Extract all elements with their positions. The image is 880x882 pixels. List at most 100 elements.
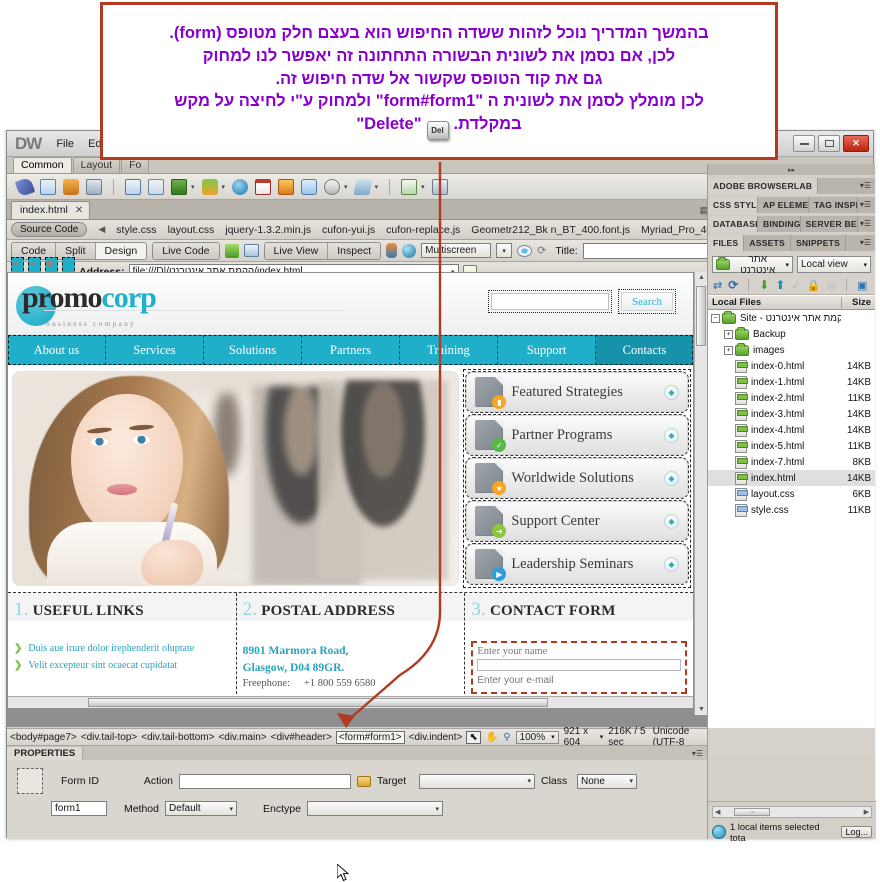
tag-div-header[interactable]: <div#header> bbox=[271, 732, 332, 743]
panel-menu-icon[interactable]: ▾☰ bbox=[857, 197, 875, 213]
scroll-left-icon[interactable]: ◀ bbox=[715, 808, 720, 816]
live-code-debug-icon[interactable] bbox=[224, 243, 239, 258]
related-file-item[interactable]: jquery-1.3.2.min.js bbox=[225, 224, 311, 236]
chevron-down-icon[interactable]: ▾ bbox=[600, 733, 604, 741]
expand-toggle[interactable]: + bbox=[724, 329, 733, 339]
nav-item-training[interactable]: Training bbox=[400, 335, 498, 365]
live-code-button[interactable]: Live Code bbox=[153, 242, 219, 259]
folder-browse-icon[interactable] bbox=[357, 775, 371, 787]
chevron-down-icon[interactable]: ▾ bbox=[191, 183, 195, 191]
title-input[interactable] bbox=[582, 242, 723, 259]
script-icon[interactable] bbox=[352, 178, 373, 195]
table-row[interactable]: index-4.html 14KB bbox=[708, 422, 875, 438]
view-design-button[interactable]: Design bbox=[95, 242, 147, 259]
tag-div-main[interactable]: <div.main> bbox=[218, 732, 266, 743]
list-item[interactable]: ▶ Leadership Seminars ◆ bbox=[465, 543, 689, 585]
table-row[interactable]: index.html 14KB bbox=[708, 470, 875, 486]
tab-server-behaviors[interactable]: SERVER BEHA bbox=[800, 216, 858, 232]
nav-item-about-us[interactable]: About us bbox=[8, 335, 106, 365]
select-tool-icon[interactable]: ⬉ bbox=[466, 730, 481, 744]
target-select[interactable]: ▾ bbox=[419, 773, 535, 789]
tab-assets[interactable]: ASSETS bbox=[744, 235, 791, 251]
horizontal-rule-icon[interactable] bbox=[86, 178, 102, 195]
inspect-button[interactable]: Inspect bbox=[328, 242, 381, 259]
nav-item-partners[interactable]: Partners bbox=[302, 335, 400, 365]
minimize-button[interactable] bbox=[793, 135, 815, 152]
search-button[interactable]: Search bbox=[618, 289, 676, 314]
email-link-icon[interactable] bbox=[40, 178, 56, 195]
maximize-button[interactable] bbox=[818, 135, 840, 152]
nav-item-solutions[interactable]: Solutions bbox=[204, 335, 302, 365]
chevron-left-icon[interactable]: ◀ bbox=[98, 224, 105, 235]
view-select[interactable]: Local view ▾ bbox=[797, 256, 871, 273]
arrow-right-icon[interactable]: ◆ bbox=[664, 470, 679, 486]
table-row[interactable]: index-1.html 14KB bbox=[708, 374, 875, 390]
server-side-include-icon[interactable] bbox=[278, 178, 295, 195]
refresh-icon[interactable]: ⟳ bbox=[728, 278, 738, 292]
templates-icon[interactable] bbox=[401, 178, 418, 195]
scrollbar-thumb[interactable]: ⋯ bbox=[734, 808, 771, 816]
tag-chooser-icon[interactable] bbox=[431, 178, 448, 195]
form-id-input[interactable]: form1 bbox=[51, 801, 107, 816]
tag-form-form1[interactable]: <form#form1> bbox=[335, 730, 405, 744]
multiscreen-dropdown[interactable]: ▾ bbox=[496, 243, 513, 258]
scroll-down-icon[interactable]: ▼ bbox=[698, 706, 705, 713]
date-icon[interactable] bbox=[255, 178, 272, 195]
refresh-icon[interactable]: ⟳ bbox=[537, 244, 546, 257]
chevron-down-icon[interactable]: ▾ bbox=[222, 183, 226, 191]
tab-adobe-browserlab[interactable]: ADOBE BROWSERLAB bbox=[708, 178, 819, 194]
scroll-right-icon[interactable]: ▶ bbox=[864, 808, 869, 816]
arrow-right-icon[interactable]: ◆ bbox=[664, 556, 679, 572]
live-view-button[interactable]: Live View bbox=[264, 242, 329, 259]
expand-toggle[interactable]: + bbox=[724, 345, 733, 355]
widget-icon[interactable] bbox=[232, 178, 249, 195]
put-files-icon[interactable]: ⬆ bbox=[775, 278, 785, 292]
nav-item-support[interactable]: Support bbox=[498, 335, 596, 365]
rendered-page[interactable]: promocorp business company Search About … bbox=[8, 273, 693, 708]
tab-ap-elements[interactable]: AP ELEMENT bbox=[757, 197, 810, 213]
tab-bindings[interactable]: BINDINGS bbox=[758, 216, 801, 232]
site-logo[interactable]: promocorp business company bbox=[16, 283, 344, 328]
table-icon[interactable] bbox=[125, 178, 141, 195]
list-item[interactable]: ➜ Support Center ◆ bbox=[465, 500, 689, 542]
tag-div-tail-bottom[interactable]: <div.tail-bottom> bbox=[141, 732, 214, 743]
tab-files[interactable]: FILES bbox=[708, 235, 745, 251]
zoom-level-select[interactable]: 100% ▾ bbox=[515, 730, 559, 744]
table-row[interactable]: + images bbox=[708, 342, 875, 358]
design-view-canvas[interactable]: promocorp business company Search About … bbox=[7, 272, 707, 727]
class-select[interactable]: None ▾ bbox=[577, 773, 637, 789]
table-row[interactable]: + Backup bbox=[708, 326, 875, 342]
table-row[interactable]: index-0.html 14KB bbox=[708, 358, 875, 374]
head-tags-icon[interactable] bbox=[324, 178, 341, 195]
list-item[interactable]: ▮ Featured Strategies ◆ bbox=[465, 371, 689, 413]
live-view-options-icon[interactable] bbox=[243, 244, 259, 257]
document-tab-index-html[interactable]: index.html ✕ bbox=[11, 201, 91, 219]
column-header-size[interactable]: Size bbox=[841, 297, 875, 308]
arrow-right-icon[interactable]: ◆ bbox=[664, 384, 679, 400]
arrow-right-icon[interactable]: ◆ bbox=[664, 427, 679, 443]
media-icon[interactable] bbox=[201, 178, 218, 195]
hand-tool-icon[interactable]: ✋ bbox=[486, 732, 498, 743]
table-row[interactable]: index-7.html 8KB bbox=[708, 454, 875, 470]
close-icon[interactable]: ✕ bbox=[75, 205, 83, 216]
scroll-up-icon[interactable]: ▲ bbox=[698, 274, 705, 281]
tag-div-tail-top[interactable]: <div.tail-top> bbox=[81, 732, 138, 743]
panel-menu-icon[interactable]: ▾☰ bbox=[857, 178, 875, 194]
column-header-local-files[interactable]: Local Files bbox=[708, 297, 841, 308]
list-item[interactable]: ★ Worldwide Solutions ◆ bbox=[465, 457, 689, 499]
nav-item-services[interactable]: Services bbox=[106, 335, 204, 365]
related-file-item[interactable]: style.css bbox=[116, 224, 156, 236]
tab-tag-inspector[interactable]: TAG INSPEC bbox=[809, 197, 858, 213]
related-file-item[interactable]: Geometr212_Bk n_BT_400.font.js bbox=[471, 224, 630, 236]
scrollbar-thumb[interactable] bbox=[696, 286, 706, 346]
insert-tab-common[interactable]: Common bbox=[13, 157, 72, 173]
tag-div-indent[interactable]: <div.indent> bbox=[409, 732, 463, 743]
tag-body[interactable]: <body#page7> bbox=[10, 732, 77, 743]
files-tree[interactable]: − Site - הקמת אתר אינטרנט... + Backup bbox=[708, 310, 875, 728]
search-input[interactable] bbox=[488, 290, 612, 313]
table-row[interactable]: − Site - הקמת אתר אינטרנט... bbox=[708, 310, 875, 326]
comment-icon[interactable] bbox=[301, 178, 318, 195]
nav-item-contacts[interactable]: Contacts bbox=[596, 335, 693, 365]
enctype-select[interactable]: ▾ bbox=[307, 801, 443, 816]
related-file-item[interactable]: layout.css bbox=[168, 224, 215, 236]
